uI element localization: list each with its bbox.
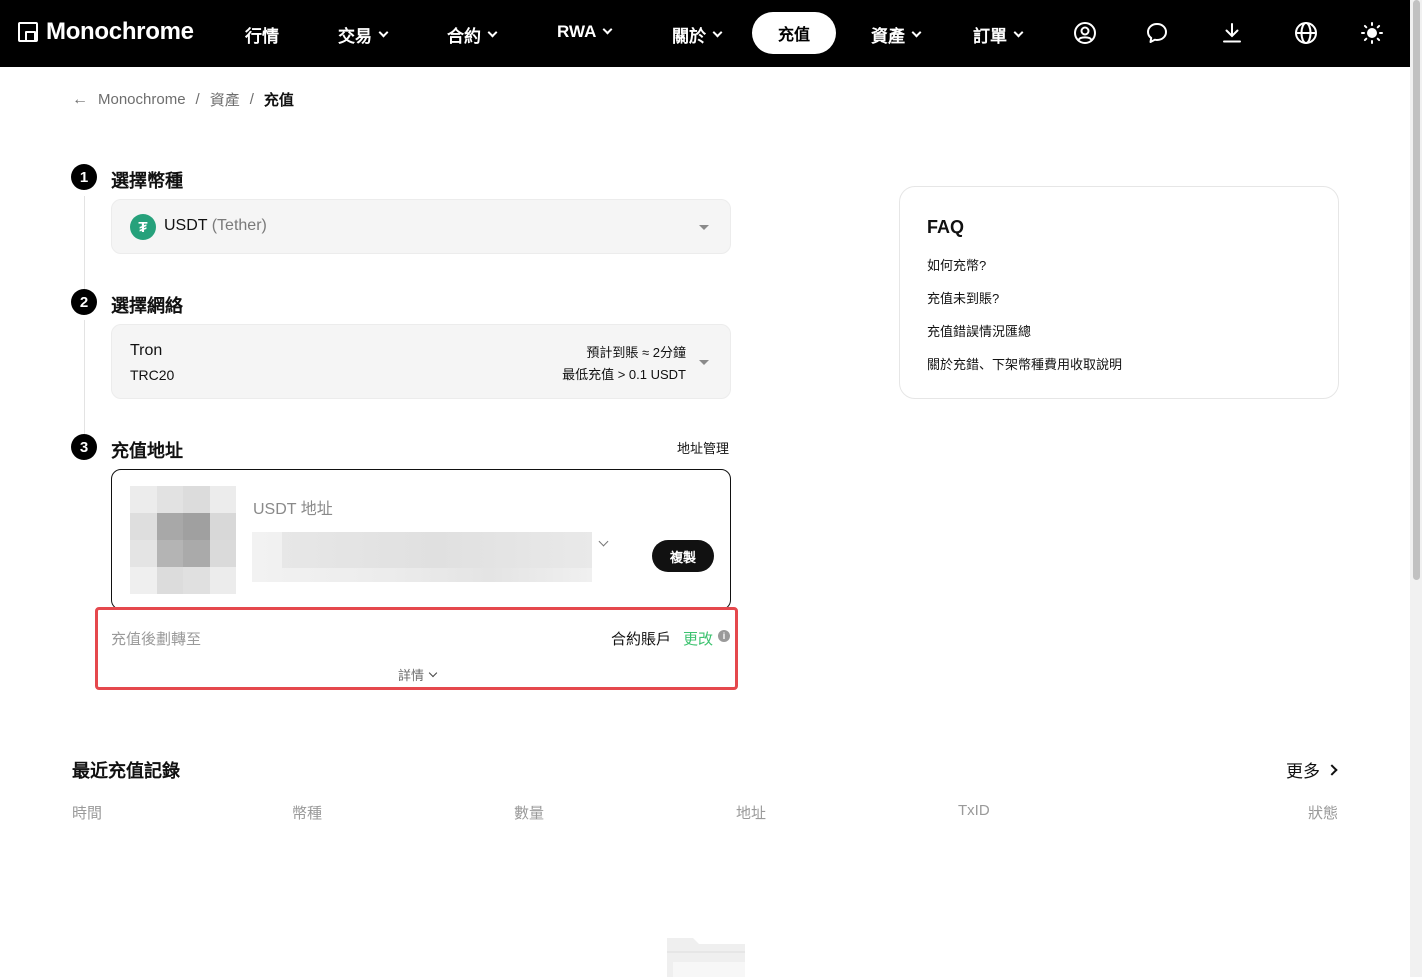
chevron-down-icon[interactable] (598, 536, 609, 547)
breadcrumb-separator: / (195, 91, 200, 108)
tether-coin-icon: ₮ (130, 214, 156, 240)
scrollbar-thumb[interactable] (1413, 0, 1420, 580)
more-records-link[interactable]: 更多 (1286, 757, 1338, 782)
step-connector (84, 320, 85, 434)
step-title-deposit-address: 充值地址 (111, 441, 183, 461)
column-header-address: 地址 (736, 805, 767, 822)
chevron-down-icon (712, 27, 723, 37)
network-name: Tron (130, 342, 163, 359)
caret-down-icon (699, 360, 709, 365)
address-value-redacted[interactable] (252, 532, 592, 582)
nav-item-deposit-active[interactable]: 充值 (752, 12, 836, 54)
transfer-after-deposit-label: 充值後劃轉至 (111, 631, 202, 648)
sun-icon[interactable] (1360, 21, 1384, 45)
nav-item-assets[interactable]: 資產 (871, 22, 922, 47)
breadcrumb-home[interactable]: Monochrome (98, 91, 186, 108)
info-icon[interactable]: i (718, 630, 730, 642)
brand-logo-link[interactable]: Monochrome (18, 18, 194, 46)
nav-item-label: 資產 (871, 27, 905, 46)
step-title-select-coin: 選擇幣種 (111, 171, 183, 191)
nav-item-label: 合約 (447, 27, 481, 46)
details-toggle[interactable]: 詳情 (398, 665, 438, 684)
chevron-down-icon (911, 27, 922, 37)
nav-item-label: 關於 (672, 27, 706, 46)
more-label: 更多 (1286, 762, 1320, 781)
caret-down-icon (699, 225, 709, 230)
network-eta: 預計到賬 ≈ 2分鐘 (586, 345, 686, 360)
nav-item-label: RWA (557, 22, 597, 41)
breadcrumb-separator: / (249, 91, 254, 108)
back-arrow-icon[interactable]: ← (72, 91, 88, 109)
faq-item[interactable]: 充值錯誤情況匯總 (927, 321, 1031, 340)
coin-select[interactable]: ₮ USDT (Tether) (111, 199, 731, 254)
faq-panel: FAQ 如何充幣? 充值未到賬? 充值錯誤情況匯總 關於充錯、下架幣種費用收取說… (899, 186, 1339, 399)
nav-item-label: 行情 (245, 27, 279, 46)
user-icon[interactable] (1073, 21, 1097, 45)
column-header-amount: 數量 (514, 805, 545, 822)
top-navbar: Monochrome 行情 交易 合約 RWA 關於 充值 資產 訂單 (0, 0, 1410, 67)
chevron-down-icon (1013, 27, 1024, 37)
network-select[interactable]: Tron TRC20 預計到賬 ≈ 2分鐘 最低充值 > 0.1 USDT (111, 324, 731, 399)
network-min-deposit: 最低充值 > 0.1 USDT (562, 367, 686, 382)
recent-deposits-title: 最近充值記錄 (72, 761, 180, 781)
address-management-link[interactable]: 地址管理 (677, 438, 729, 457)
nav-item-orders[interactable]: 訂單 (973, 22, 1024, 47)
breadcrumb-assets[interactable]: 資產 (210, 89, 240, 110)
network-info: 預計到賬 ≈ 2分鐘 最低充值 > 0.1 USDT (562, 342, 686, 386)
nav-item-contract[interactable]: 合約 (447, 22, 498, 47)
chevron-down-icon (487, 27, 498, 37)
faq-title: FAQ (927, 217, 965, 237)
chevron-down-icon (602, 24, 613, 35)
transfer-target-account: 合約賬戶 (611, 631, 672, 648)
deposit-address-card: USDT 地址 複製 (111, 469, 731, 610)
chevron-down-icon (428, 668, 438, 677)
faq-item[interactable]: 關於充錯、下架幣種費用收取說明 (927, 354, 1122, 373)
column-header-status: 狀態 (1308, 805, 1339, 822)
step-number: 3 (71, 434, 97, 460)
chevron-down-icon (378, 27, 389, 37)
nav-item-about[interactable]: 關於 (672, 22, 723, 47)
coin-select-value: USDT (Tether) (164, 217, 267, 235)
brand-logo-icon (18, 22, 38, 42)
column-header-coin: 幣種 (292, 805, 323, 822)
empty-folder-icon (667, 938, 745, 977)
nav-item-label: 訂單 (973, 27, 1007, 46)
breadcrumb-current: 充值 (263, 92, 294, 109)
address-label: USDT 地址 (253, 501, 333, 518)
step-connector (84, 196, 85, 290)
nav-item-label: 交易 (338, 27, 372, 46)
page-scrollbar[interactable] (1410, 0, 1422, 977)
brand-name: Monochrome (46, 18, 194, 45)
download-icon[interactable] (1220, 21, 1244, 45)
chat-icon[interactable] (1145, 21, 1169, 45)
nav-item-trade[interactable]: 交易 (338, 22, 389, 47)
faq-item[interactable]: 充值未到賬? (927, 288, 999, 307)
column-header-time: 時間 (72, 805, 103, 822)
coin-full-name: (Tether) (211, 217, 267, 234)
chevron-right-icon (1326, 763, 1338, 776)
change-transfer-account-link[interactable]: 更改 (683, 628, 713, 649)
coin-symbol: USDT (164, 217, 208, 234)
step-title-select-network: 選擇網絡 (111, 296, 183, 316)
globe-icon[interactable] (1294, 21, 1318, 45)
step-number: 2 (71, 289, 97, 315)
nav-item-rwa[interactable]: RWA (557, 22, 613, 42)
breadcrumb: ← Monochrome / 資產 / 充值 (72, 89, 294, 110)
details-label: 詳情 (398, 668, 425, 683)
faq-item[interactable]: 如何充幣? (927, 255, 986, 274)
copy-address-button[interactable]: 複製 (652, 540, 714, 572)
step-number: 1 (71, 164, 97, 190)
address-qr-code (130, 486, 236, 594)
network-protocol: TRC20 (130, 367, 175, 383)
column-header-txid: TxID (958, 802, 990, 819)
nav-item-market[interactable]: 行情 (245, 22, 279, 47)
